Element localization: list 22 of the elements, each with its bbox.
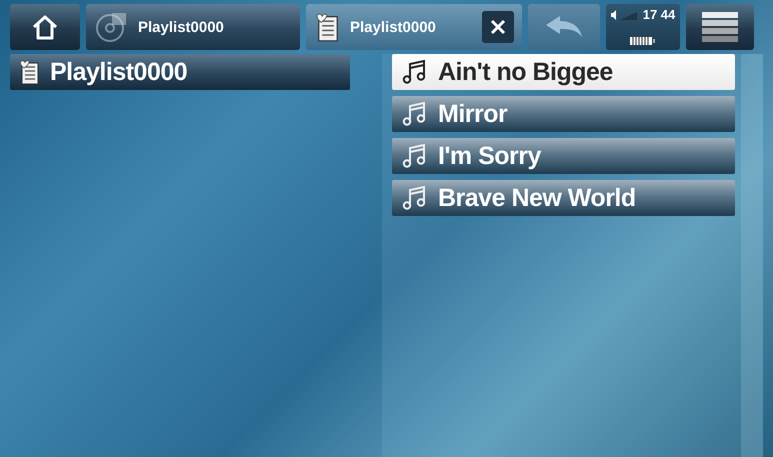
- volume-icon: [610, 10, 637, 20]
- close-icon: [490, 19, 506, 35]
- menu-icon: [702, 11, 738, 43]
- music-note-icon: [402, 143, 428, 169]
- playlist-tab[interactable]: Playlist0000: [86, 4, 300, 50]
- close-button[interactable]: [482, 11, 514, 43]
- music-note-icon: [402, 59, 428, 85]
- clock-time: 17 44: [642, 7, 676, 22]
- music-note-icon: [402, 101, 428, 127]
- menu-button[interactable]: [686, 4, 754, 50]
- music-note-icon: [402, 185, 428, 211]
- battery-icon: [630, 37, 656, 45]
- track-item[interactable]: Brave New World: [392, 180, 735, 216]
- track-item[interactable]: Ain't no Biggee: [392, 54, 735, 90]
- home-icon: [31, 14, 59, 40]
- track-item[interactable]: Mirror: [392, 96, 735, 132]
- back-arrow-icon: [544, 15, 584, 39]
- home-button[interactable]: [10, 4, 80, 50]
- back-button[interactable]: [528, 4, 600, 50]
- panel-title: Playlist0000: [50, 58, 188, 86]
- track-item[interactable]: I'm Sorry: [392, 138, 735, 174]
- playlist-tab[interactable]: Playlist0000: [306, 4, 522, 50]
